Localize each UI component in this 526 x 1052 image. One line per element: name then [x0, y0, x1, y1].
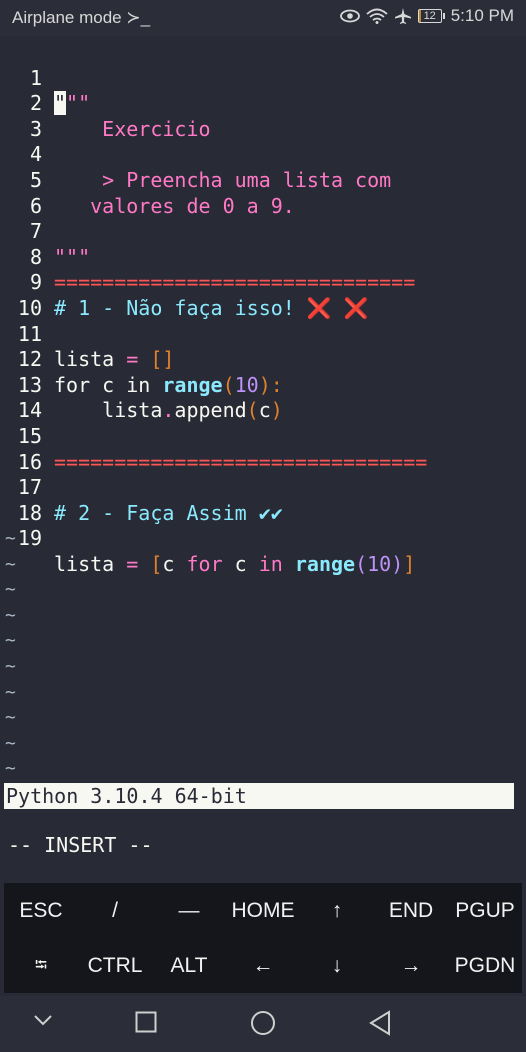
- ctrl-key[interactable]: CTRL: [78, 939, 152, 993]
- code-line[interactable]: 3: [0, 91, 526, 141]
- chevron-down-icon[interactable]: [32, 1012, 54, 1032]
- battery-icon: 12: [417, 9, 445, 23]
- code-line[interactable]: 2 Exercicio: [0, 66, 526, 141]
- right-arrow-key[interactable]: →: [374, 939, 448, 993]
- circle-icon[interactable]: [250, 1010, 276, 1040]
- android-nav-bar: [0, 996, 526, 1052]
- alt-key[interactable]: ALT: [152, 939, 226, 993]
- python-version-status: Python 3.10.4 64-bit: [4, 783, 514, 809]
- eye-icon: [339, 9, 360, 23]
- up-arrow-key[interactable]: ↑: [300, 884, 374, 938]
- code-line[interactable]: 16: [0, 424, 526, 474]
- empty-line-tilde: ~: [5, 579, 16, 601]
- code-line[interactable]: 1 """: [0, 40, 526, 116]
- code-line[interactable]: 10: [0, 270, 526, 320]
- battery-level: 12: [423, 10, 436, 22]
- back-triangle-icon[interactable]: [368, 1010, 392, 1040]
- esc-key[interactable]: ESC: [4, 884, 78, 938]
- code-line[interactable]: 7 """: [0, 194, 526, 269]
- code-line[interactable]: 17 # 2 - Faça Assim ✔✔: [0, 450, 526, 525]
- code-line[interactable]: 9 # 1 - Não faça isso! ❌ ❌: [0, 245, 526, 320]
- code-line[interactable]: 19 lista = [c for c in range(10)]: [0, 501, 526, 576]
- wifi-icon: [366, 8, 388, 24]
- extra-keys-bar: ESC / — HOME ↑ END PGUP ⭾ CTRL ALT ← ↓ →…: [4, 883, 522, 993]
- pgdn-key[interactable]: PGDN: [448, 939, 522, 993]
- tab-key[interactable]: ⭾: [4, 939, 78, 993]
- slash-key[interactable]: /: [78, 884, 152, 938]
- home-key[interactable]: HOME: [226, 884, 300, 938]
- empty-line-tilde: ~: [5, 630, 16, 652]
- empty-line-tilde: ~: [5, 732, 16, 754]
- status-right-icons: 12 5:10 PM: [339, 6, 514, 26]
- empty-line-tilde: ~: [5, 681, 16, 703]
- code-line[interactable]: 12 for c in range(10):: [0, 322, 526, 397]
- insert-mode-indicator: -- INSERT --: [8, 833, 153, 857]
- down-arrow-key[interactable]: ↓: [300, 939, 374, 993]
- code-line[interactable]: 5 valores de 0 a 9.: [0, 142, 526, 218]
- empty-line-tilde: ~: [5, 553, 16, 575]
- empty-line-tilde: ~: [5, 758, 16, 780]
- empty-line-tilde: ~: [5, 528, 16, 549]
- status-time: 5:10 PM: [450, 6, 514, 25]
- code-line[interactable]: 11 lista = []: [0, 296, 526, 372]
- code-line[interactable]: 13 lista.append(c): [0, 347, 526, 423]
- code-line[interactable]: 8 ==============================: [0, 219, 526, 295]
- empty-line-tilde: ~: [5, 604, 16, 626]
- square-icon[interactable]: [135, 1011, 157, 1037]
- dash-key[interactable]: —: [152, 884, 226, 938]
- empty-line-tilde: ~: [5, 656, 16, 677]
- pgup-key[interactable]: PGUP: [448, 884, 522, 938]
- left-arrow-key[interactable]: ←: [226, 939, 300, 993]
- status-bar: Airplane mode ≻_ 12 5:10 PM: [0, 0, 526, 36]
- code-line[interactable]: 18: [0, 475, 526, 525]
- status-left-text: Airplane mode ≻_: [12, 8, 151, 27]
- code-line[interactable]: 6: [0, 168, 526, 218]
- code-line[interactable]: 14: [0, 373, 526, 422]
- code-line[interactable]: 4 > Preencha uma lista com: [0, 117, 526, 192]
- code-line[interactable]: 15 ===============================: [0, 398, 526, 474]
- empty-line-tilde: ~: [5, 707, 16, 729]
- airplane-icon: [394, 7, 412, 25]
- end-key[interactable]: END: [374, 884, 448, 938]
